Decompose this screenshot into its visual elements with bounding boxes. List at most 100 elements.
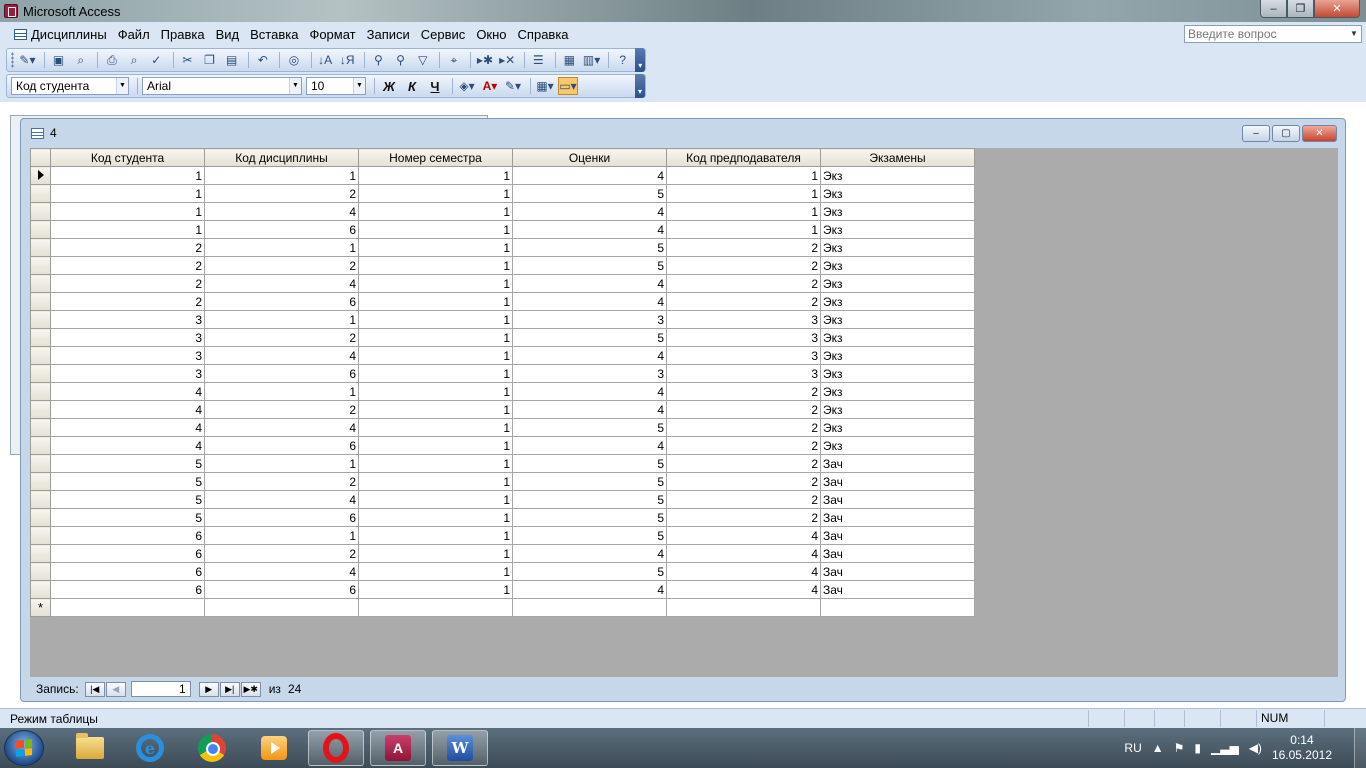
chevron-down-icon[interactable]: ▼ bbox=[1347, 26, 1361, 42]
table-cell[interactable]: 1 bbox=[204, 238, 359, 257]
table-cell[interactable]: 3 bbox=[50, 310, 205, 329]
table-row[interactable]: 4 4 1 5 2 Экз bbox=[30, 418, 975, 437]
table-row[interactable]: 6 6 1 4 4 Зач bbox=[30, 580, 975, 599]
help-icon[interactable]: ? bbox=[613, 51, 632, 69]
menu-format[interactable]: Формат bbox=[309, 27, 355, 42]
table-cell[interactable]: 4 bbox=[204, 490, 359, 509]
table-cell[interactable]: 3 bbox=[50, 364, 205, 383]
table-cell[interactable]: 2 bbox=[666, 472, 821, 491]
table-row[interactable]: 3 1 1 3 3 Экз bbox=[30, 310, 975, 329]
last-record-button[interactable]: ▶| bbox=[219, 681, 240, 697]
table-cell[interactable]: Зач bbox=[820, 580, 975, 599]
table-cell[interactable]: 6 bbox=[50, 526, 205, 545]
column-header[interactable]: Экзамены bbox=[820, 148, 975, 167]
print-preview-icon[interactable]: ⌕ bbox=[124, 51, 143, 69]
save-icon[interactable]: ▣ bbox=[49, 51, 68, 69]
spelling-icon[interactable]: ✓ bbox=[147, 51, 166, 69]
bold-button[interactable]: Ж bbox=[379, 77, 399, 95]
new-object-icon[interactable]: ▥▾ bbox=[582, 51, 601, 69]
menu-disciplines[interactable]: Дисциплины bbox=[31, 27, 107, 42]
table-cell[interactable]: 3 bbox=[512, 364, 667, 383]
table-cell[interactable]: 2 bbox=[204, 256, 359, 275]
table-cell[interactable]: Экз bbox=[820, 436, 975, 455]
filter-by-selection-icon[interactable]: ⚲ bbox=[369, 51, 388, 69]
datasheet-minimize-button[interactable]: – bbox=[1242, 125, 1270, 142]
table-cell[interactable] bbox=[666, 598, 821, 617]
table-cell[interactable]: 2 bbox=[666, 382, 821, 401]
record-selector[interactable]: * bbox=[30, 598, 51, 617]
record-selector[interactable] bbox=[30, 238, 51, 257]
table-cell[interactable]: Зач bbox=[820, 526, 975, 545]
table-cell[interactable]: 5 bbox=[512, 238, 667, 257]
table-row[interactable]: 4 6 1 4 2 Экз bbox=[30, 436, 975, 455]
table-cell[interactable]: 1 bbox=[358, 400, 513, 419]
table-cell[interactable]: 2 bbox=[204, 544, 359, 563]
italic-button[interactable]: К bbox=[402, 77, 422, 95]
table-cell[interactable]: 6 bbox=[204, 508, 359, 527]
record-selector[interactable] bbox=[30, 274, 51, 293]
hyperlink-icon[interactable]: ◎ bbox=[284, 51, 303, 69]
table-cell[interactable]: 5 bbox=[512, 418, 667, 437]
chevron-down-icon[interactable]: ▼ bbox=[116, 78, 128, 94]
table-cell[interactable]: 1 bbox=[358, 382, 513, 401]
record-selector[interactable] bbox=[30, 418, 51, 437]
table-cell[interactable]: 1 bbox=[204, 526, 359, 545]
record-selector[interactable] bbox=[30, 436, 51, 455]
table-cell[interactable]: Экз bbox=[820, 310, 975, 329]
table-cell[interactable]: 1 bbox=[358, 220, 513, 239]
select-all-cell[interactable] bbox=[30, 148, 51, 167]
table-cell[interactable]: 5 bbox=[512, 472, 667, 491]
table-row[interactable]: 2 2 1 5 2 Экз bbox=[30, 256, 975, 275]
table-row[interactable]: 6 2 1 4 4 Зач bbox=[30, 544, 975, 563]
menu-insert[interactable]: Вставка bbox=[250, 27, 298, 42]
table-cell[interactable]: 3 bbox=[666, 328, 821, 347]
explorer-taskbar-button[interactable] bbox=[62, 730, 118, 766]
table-cell[interactable]: 4 bbox=[50, 382, 205, 401]
special-effect-icon[interactable]: ▭▾ bbox=[558, 77, 578, 95]
table-cell[interactable]: 1 bbox=[666, 184, 821, 203]
font-size-select[interactable]: 10 ▼ bbox=[306, 77, 366, 95]
chrome-taskbar-button[interactable] bbox=[184, 730, 240, 766]
datasheet-title-bar[interactable]: 4 – ▢ ✕ bbox=[21, 119, 1345, 147]
table-cell[interactable]: 4 bbox=[512, 166, 667, 185]
table-cell[interactable]: 2 bbox=[50, 292, 205, 311]
table-cell[interactable]: 4 bbox=[512, 382, 667, 401]
table-cell[interactable]: Экз bbox=[820, 418, 975, 437]
table-cell[interactable]: Зач bbox=[820, 562, 975, 581]
gridlines-icon[interactable]: ▦▾ bbox=[535, 77, 555, 95]
table-cell[interactable]: 1 bbox=[358, 490, 513, 509]
table-cell[interactable]: 5 bbox=[512, 562, 667, 581]
sort-asc-icon[interactable]: ↓A bbox=[315, 51, 334, 69]
opera-taskbar-button[interactable] bbox=[308, 730, 364, 766]
apply-filter-icon[interactable]: ▽ bbox=[413, 51, 432, 69]
datasheet-close-button[interactable]: ✕ bbox=[1302, 125, 1337, 142]
table-cell[interactable]: 4 bbox=[512, 220, 667, 239]
table-cell[interactable]: 5 bbox=[512, 490, 667, 509]
record-selector[interactable] bbox=[30, 364, 51, 383]
record-selector[interactable] bbox=[30, 454, 51, 473]
table-cell[interactable]: 4 bbox=[512, 544, 667, 563]
close-button[interactable]: ✕ bbox=[1314, 0, 1360, 18]
table-cell[interactable]: Экз bbox=[820, 328, 975, 347]
table-cell[interactable]: Зач bbox=[820, 490, 975, 509]
search-file-icon[interactable]: ⌕ bbox=[71, 51, 90, 69]
table-cell[interactable]: 4 bbox=[204, 202, 359, 221]
table-cell[interactable]: 1 bbox=[358, 292, 513, 311]
menu-window[interactable]: Окно bbox=[476, 27, 506, 42]
record-selector[interactable] bbox=[30, 346, 51, 365]
filter-by-form-icon[interactable]: ⚲ bbox=[391, 51, 410, 69]
clock[interactable]: 0:14 16.05.2012 bbox=[1272, 733, 1332, 763]
table-cell[interactable]: 1 bbox=[358, 166, 513, 185]
table-cell[interactable]: 1 bbox=[50, 220, 205, 239]
record-selector[interactable] bbox=[30, 184, 51, 203]
undo-icon[interactable]: ↶ bbox=[253, 51, 272, 69]
access-taskbar-button[interactable]: A bbox=[370, 730, 426, 766]
word-taskbar-button[interactable]: W bbox=[432, 730, 488, 766]
table-cell[interactable]: 1 bbox=[358, 526, 513, 545]
table-cell[interactable]: 1 bbox=[666, 166, 821, 185]
table-cell[interactable]: 4 bbox=[666, 526, 821, 545]
table-cell[interactable]: 4 bbox=[50, 436, 205, 455]
table-cell[interactable]: 4 bbox=[50, 400, 205, 419]
table-cell[interactable]: 1 bbox=[358, 328, 513, 347]
table-cell[interactable]: 1 bbox=[358, 562, 513, 581]
